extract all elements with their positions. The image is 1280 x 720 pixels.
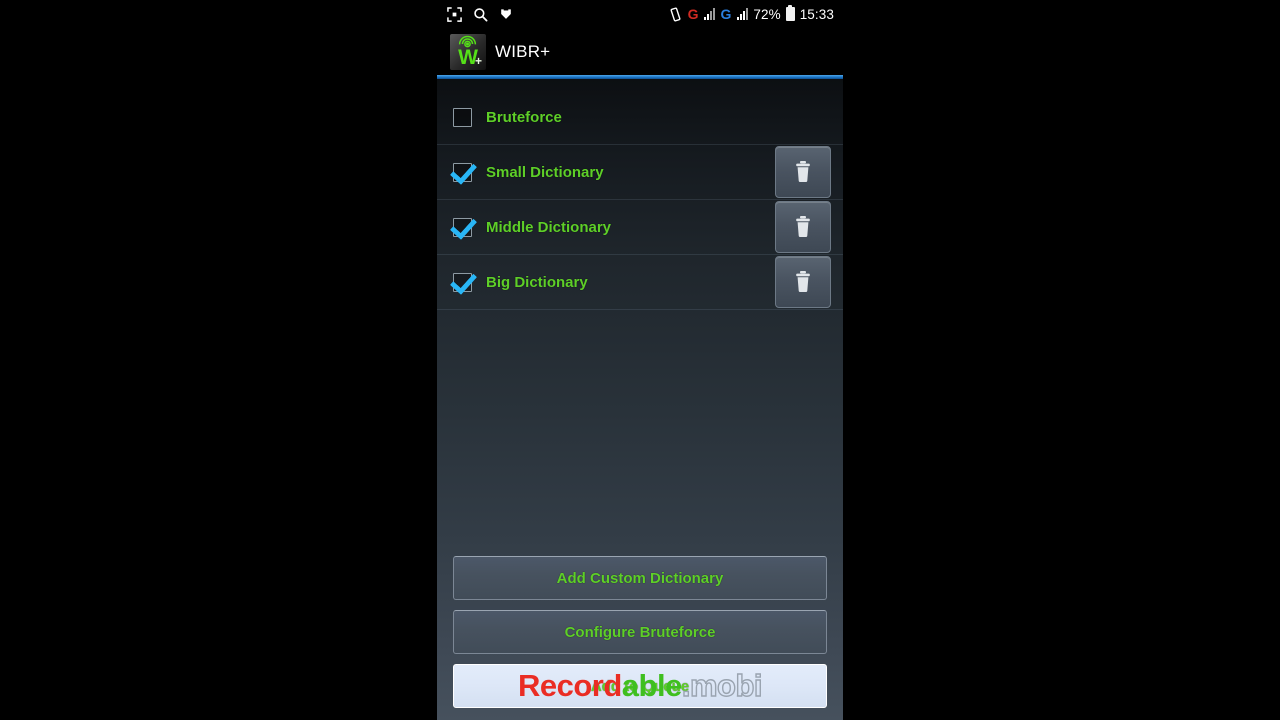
sim1-operator-label: G <box>687 6 699 22</box>
vibrate-icon <box>668 6 683 22</box>
list-item[interactable]: Big Dictionary <box>437 255 843 310</box>
checkbox-small-dictionary[interactable] <box>453 162 472 182</box>
checkbox-big-dictionary[interactable] <box>453 272 472 292</box>
clock-label: 15:33 <box>799 6 834 22</box>
action-bar: W + WIBR+ <box>437 28 843 75</box>
list-item[interactable]: Middle Dictionary <box>437 200 843 255</box>
status-bar-left-icons <box>447 6 513 22</box>
sim1-signal-icon <box>704 8 716 20</box>
checkbox-bruteforce[interactable] <box>453 107 472 127</box>
list-item-label: Bruteforce <box>486 108 562 126</box>
list-item[interactable]: Small Dictionary <box>437 145 843 200</box>
phone-viewport: G G 72% 15:33 W + WIBR+ Bruteforce Small… <box>437 0 843 720</box>
sim2-signal-icon <box>737 8 749 20</box>
screenshot-capture-icon <box>447 6 462 22</box>
list-item[interactable]: Bruteforce <box>437 90 843 145</box>
list-item-label: Small Dictionary <box>486 163 604 181</box>
trash-icon <box>792 214 814 240</box>
add-custom-dictionary-button[interactable]: Add Custom Dictionary <box>453 556 827 600</box>
svg-text:+: + <box>475 54 482 68</box>
status-bar: G G 72% 15:33 <box>437 0 843 28</box>
sim2-operator-label: G <box>720 6 732 22</box>
add-to-queue-button-wrapper: Add to Queue Recordable.mobi <box>453 664 827 708</box>
battery-icon <box>785 5 795 21</box>
checkbox-middle-dictionary[interactable] <box>453 217 472 237</box>
app-title: WIBR+ <box>495 41 551 61</box>
download-icon <box>499 7 513 22</box>
list-item-label: Big Dictionary <box>486 273 588 291</box>
screen-root: G G 72% 15:33 W + WIBR+ Bruteforce Small… <box>0 0 1280 720</box>
main-content: Bruteforce Small Dictionary Middle Dicti… <box>437 79 843 720</box>
configure-bruteforce-button[interactable]: Configure Bruteforce <box>453 610 827 654</box>
delete-middle-dictionary-button[interactable] <box>775 201 831 253</box>
status-bar-right-icons: G G 72% 15:33 <box>668 5 834 22</box>
battery-percent-label: 72% <box>753 6 781 22</box>
trash-icon <box>792 159 814 185</box>
search-icon <box>473 7 488 22</box>
dictionary-list: Bruteforce Small Dictionary Middle Dicti… <box>437 79 843 310</box>
delete-small-dictionary-button[interactable] <box>775 146 831 198</box>
delete-big-dictionary-button[interactable] <box>775 256 831 308</box>
add-to-queue-button[interactable]: Add to Queue <box>453 664 827 708</box>
bottom-button-group: Add Custom Dictionary Configure Brutefor… <box>437 556 843 720</box>
wibr-app-icon: W + <box>450 33 486 70</box>
list-item-label: Middle Dictionary <box>486 218 612 236</box>
trash-icon <box>792 269 814 295</box>
